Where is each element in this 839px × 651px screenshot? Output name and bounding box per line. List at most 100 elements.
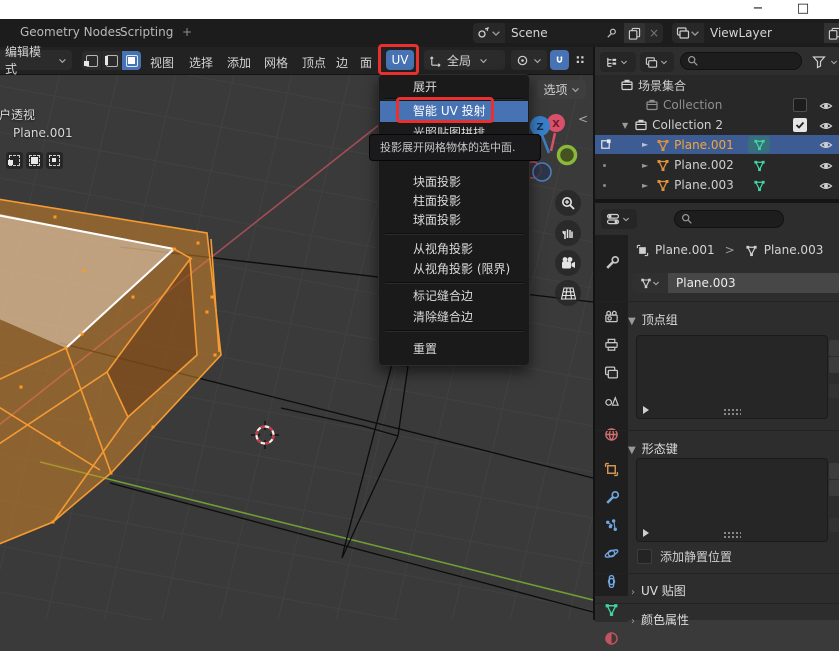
orientation-dropdown[interactable]: 全局	[424, 50, 505, 70]
menu-select[interactable]: 选择	[189, 54, 213, 71]
breadcrumb-mesh[interactable]: Plane.003	[764, 243, 824, 257]
tab-physics[interactable]	[595, 540, 628, 566]
breadcrumb-object[interactable]: Plane.001	[655, 243, 715, 257]
new-scene-button[interactable]	[624, 23, 645, 43]
mesh-data-badge[interactable]	[748, 136, 770, 153]
add-workspace-button[interactable]: +	[182, 25, 192, 39]
maximize-button[interactable]: □	[790, 0, 816, 19]
pivot-dropdown[interactable]	[511, 50, 547, 70]
tab-constraints[interactable]	[595, 568, 628, 594]
workspace-tab-geometry-nodes[interactable]: Geometry Nodes	[20, 25, 121, 39]
menu-item-project-from-view[interactable]: 从视角投影	[380, 240, 528, 259]
tab-object[interactable]	[595, 456, 628, 482]
outliner-filter-button[interactable]	[812, 54, 838, 69]
menu-edge[interactable]: 边	[336, 54, 348, 71]
eye-icon[interactable]	[819, 178, 833, 193]
select-mode-subtract-button[interactable]	[46, 152, 63, 169]
viewlayer-selector[interactable]: ViewLayer	[672, 23, 839, 43]
disclosure-triangle-open[interactable]: ▼	[622, 121, 628, 130]
properties-search-input[interactable]	[674, 210, 784, 228]
vertex-group-add-button[interactable]	[829, 340, 839, 356]
outliner-search-input[interactable]	[680, 52, 802, 70]
properties-editor-type-dropdown[interactable]	[601, 209, 637, 229]
scene-name-field[interactable]: Scene	[505, 23, 624, 43]
list-resize-grip[interactable]	[723, 408, 741, 415]
tab-material[interactable]	[595, 625, 628, 651]
mesh-data-badge[interactable]	[753, 178, 766, 192]
shape-key-remove-button[interactable]	[829, 480, 839, 496]
menu-mesh[interactable]: 网格	[264, 54, 288, 71]
eye-icon[interactable]	[819, 118, 833, 133]
outliner-display-mode-dropdown[interactable]	[600, 52, 636, 72]
mode-dropdown[interactable]: 编辑模式	[0, 50, 72, 70]
collection-exclude-checkbox[interactable]	[793, 98, 807, 112]
vertex-groups-panel-header[interactable]: ▼顶点组	[628, 311, 678, 328]
viewlayer-name-field[interactable]: ViewLayer	[704, 23, 824, 43]
shape-keys-panel-header[interactable]: ▼形态键	[628, 440, 678, 457]
menu-vertex[interactable]: 顶点	[302, 54, 326, 71]
tab-output[interactable]	[595, 331, 628, 357]
new-viewlayer-button[interactable]	[824, 23, 839, 43]
select-mode-new-button[interactable]	[6, 152, 23, 169]
vertex-group-specials-button[interactable]	[829, 384, 839, 398]
camera-view-button[interactable]	[555, 250, 581, 276]
list-expand-icon[interactable]	[643, 529, 649, 537]
menu-uv[interactable]: UV	[386, 50, 414, 70]
row-plane-003[interactable]: ► Plane.003	[595, 175, 839, 195]
menu-face[interactable]: 面	[360, 54, 372, 71]
row-scene-collection[interactable]: 场景集合	[595, 75, 839, 95]
vertex-groups-list[interactable]	[636, 335, 828, 419]
expand-arrow[interactable]: ►	[642, 161, 648, 170]
tab-object-data[interactable]	[595, 596, 628, 622]
mesh-name-icon-dropdown[interactable]	[632, 273, 668, 293]
edge-select-button[interactable]	[102, 51, 121, 70]
menu-view[interactable]: 视图	[150, 54, 174, 71]
options-dropdown[interactable]: 选项	[537, 80, 586, 99]
mesh-data-badge[interactable]	[753, 158, 766, 172]
vertex-group-remove-button[interactable]	[829, 357, 839, 373]
shape-key-add-button[interactable]	[829, 463, 839, 479]
menu-item-project-from-view-bounds[interactable]: 从视角投影 (限界)	[380, 260, 528, 279]
tab-scene[interactable]	[595, 387, 628, 413]
outliner-filter-type-dropdown[interactable]	[640, 52, 674, 72]
tab-view-layer[interactable]	[595, 359, 628, 385]
shape-keys-list[interactable]	[636, 458, 828, 542]
row-collection[interactable]: Collection	[595, 95, 839, 115]
scene-selector[interactable]: Scene ×	[473, 23, 663, 43]
list-resize-grip[interactable]	[723, 531, 741, 538]
eye-icon[interactable]	[819, 98, 833, 113]
eye-icon[interactable]	[819, 158, 833, 173]
row-plane-002[interactable]: ► Plane.002	[595, 155, 839, 175]
tab-world[interactable]	[595, 421, 628, 447]
workspace-tab-scripting[interactable]: Scripting	[120, 25, 173, 39]
menu-item-cube-projection[interactable]: 块面投影	[380, 173, 528, 192]
menu-item-unwrap[interactable]: 展开	[380, 78, 528, 97]
menu-item-clear-seam[interactable]: 清除缝合边	[380, 308, 528, 327]
uv-maps-panel-header[interactable]: ›UV 贴图	[631, 582, 686, 599]
pin-icon[interactable]	[605, 27, 618, 40]
vertex-select-button[interactable]	[82, 51, 101, 70]
tab-tool[interactable]	[595, 249, 628, 275]
expand-arrow[interactable]: ►	[642, 140, 648, 149]
proportional-editing-button[interactable]	[571, 50, 590, 70]
rest-position-checkbox[interactable]	[637, 549, 652, 564]
face-select-button[interactable]	[122, 51, 141, 70]
shape-key-specials-button[interactable]	[829, 518, 839, 532]
tab-modifiers[interactable]	[595, 484, 628, 510]
menu-item-sphere-projection[interactable]: 球面投影	[380, 211, 528, 230]
pan-hand-button[interactable]	[555, 220, 581, 246]
menu-item-cylinder-projection[interactable]: 柱面投影	[380, 192, 528, 211]
viewlayer-type-icon[interactable]	[672, 23, 704, 43]
row-collection-2[interactable]: ▼ Collection 2	[595, 115, 839, 135]
tab-render[interactable]	[595, 303, 628, 329]
list-expand-icon[interactable]	[643, 406, 649, 414]
delete-scene-button[interactable]: ×	[645, 23, 663, 43]
collection-2-exclude-checkbox[interactable]	[793, 118, 807, 132]
row-plane-001[interactable]: ► Plane.001	[595, 135, 839, 154]
eye-icon[interactable]	[819, 137, 833, 152]
zoom-button[interactable]	[555, 190, 581, 216]
perspective-toggle-button[interactable]	[555, 280, 581, 306]
minimize-button[interactable]: −	[745, 0, 771, 19]
menu-item-mark-seam[interactable]: 标记缝合边	[380, 287, 528, 306]
expand-arrow[interactable]: ►	[642, 181, 648, 190]
